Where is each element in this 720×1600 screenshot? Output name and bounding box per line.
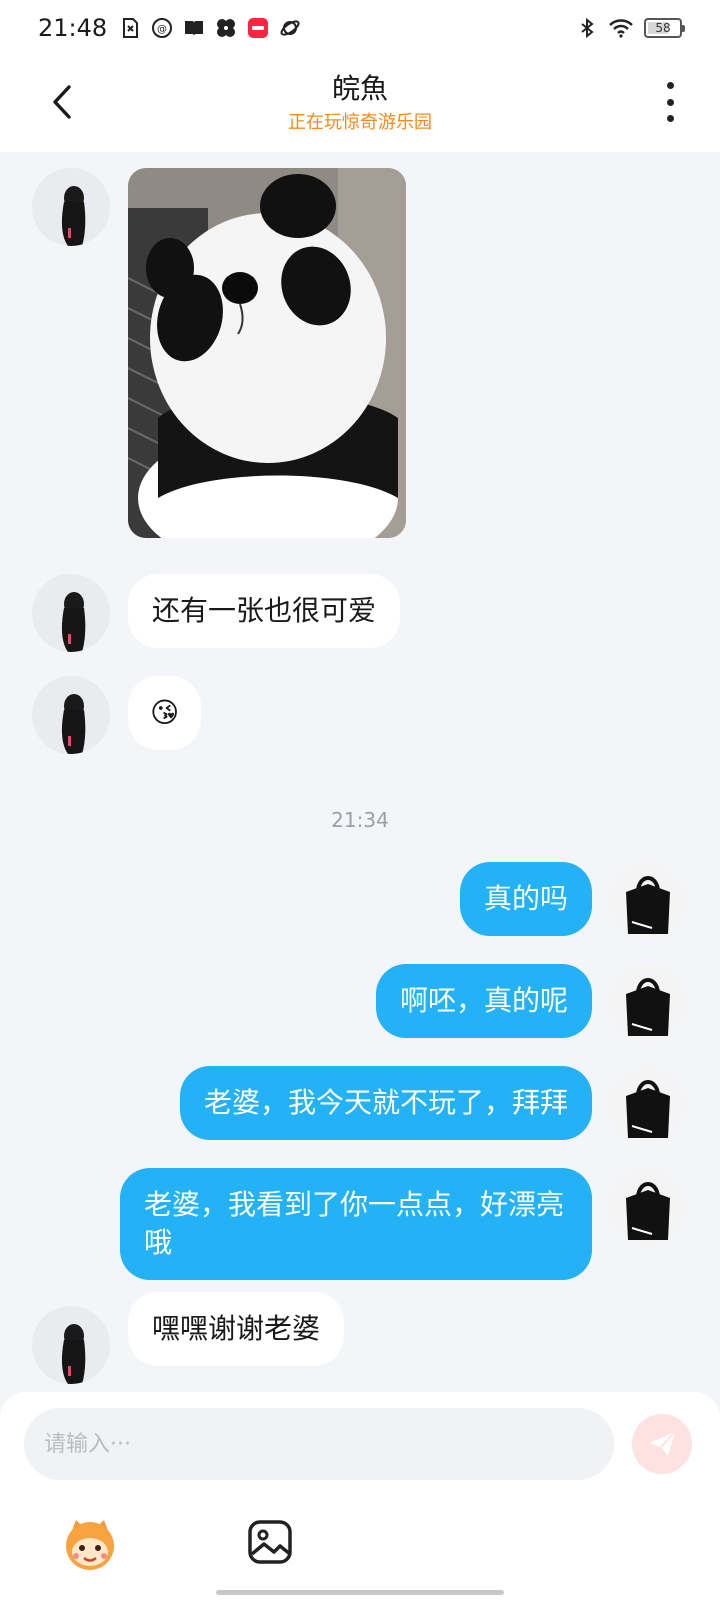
send-plane-icon <box>649 1431 676 1456</box>
my-avatar[interactable] <box>608 1066 686 1144</box>
more-dot-icon <box>666 115 674 122</box>
home-indicator[interactable] <box>216 1590 504 1595</box>
activity-status: 正在玩惊奇游乐园 <box>288 112 432 133</box>
avatar-girl-icon <box>32 1306 110 1384</box>
sim-error-icon <box>123 18 139 38</box>
input-panel <box>0 1392 720 1600</box>
message-input[interactable] <box>24 1408 614 1480</box>
avatar-bag-icon <box>608 1168 686 1246</box>
wifi-icon <box>609 19 633 38</box>
more-dot-icon <box>666 98 674 106</box>
avatar-bag-icon <box>608 964 686 1042</box>
message-bubble-incoming[interactable]: 还有一张也很可爱 <box>128 574 401 648</box>
page-title: 皖魚 <box>331 72 388 105</box>
avatar-bag-icon <box>608 1066 686 1144</box>
my-avatar[interactable] <box>608 1168 686 1246</box>
message-bubble-outgoing[interactable]: 啊呸，真的呢 <box>375 964 592 1038</box>
message-bubble-outgoing[interactable]: 真的吗 <box>459 862 592 936</box>
status-bar: 21:48 @ 58 <box>0 0 720 56</box>
fan-icon <box>217 19 236 37</box>
title-wrap: 皖魚 正在玩惊奇游乐园 <box>160 70 560 136</box>
panda-plush-image <box>128 168 406 538</box>
battery-percent: 58 <box>655 21 671 35</box>
redbook-app-icon <box>248 18 269 38</box>
chat-header: 皖魚 正在玩惊奇游乐园 <box>0 56 720 152</box>
svg-text:@: @ <box>157 24 167 35</box>
bluetooth-icon <box>581 17 594 39</box>
contact-avatar[interactable] <box>32 676 110 754</box>
message-bubble-outgoing[interactable]: 老婆，我今天就不玩了，拜拜 <box>179 1066 592 1140</box>
message-timestamp: 21:34 <box>331 808 389 832</box>
more-options-button[interactable] <box>658 82 682 122</box>
status-time: 21:48 <box>38 14 108 42</box>
my-avatar[interactable] <box>608 964 686 1042</box>
message-bubble-emoji[interactable]: 😘 <box>128 676 202 750</box>
chevron-left-icon <box>53 85 71 119</box>
send-button[interactable] <box>632 1414 692 1474</box>
image-icon <box>248 1520 292 1564</box>
battery-icon: 58 <box>644 18 685 38</box>
avatar-girl-icon <box>32 676 110 754</box>
avatar-girl-icon <box>32 168 110 246</box>
contact-avatar[interactable] <box>32 574 110 652</box>
message-bubble-incoming[interactable]: 嘿嘿谢谢老婆 <box>128 1292 345 1366</box>
my-avatar[interactable] <box>608 862 686 940</box>
image-picker-button[interactable] <box>246 1518 294 1566</box>
contact-avatar[interactable] <box>32 1306 110 1384</box>
more-dot-icon <box>666 82 674 89</box>
back-button[interactable] <box>40 80 84 124</box>
status-left: 21:48 @ <box>38 14 301 42</box>
avatar-girl-icon <box>32 574 110 652</box>
emoji-button[interactable] <box>60 1514 120 1574</box>
avatar-bag-icon <box>608 862 686 940</box>
contact-avatar[interactable] <box>32 168 110 246</box>
book-icon <box>185 21 204 36</box>
planet-icon <box>280 20 300 36</box>
message-bubble-outgoing[interactable]: 老婆，我看到了你一点点，好漂亮哦 <box>120 1168 592 1280</box>
message-image[interactable] <box>128 168 406 538</box>
emoji-mascot-icon <box>66 1520 114 1570</box>
messenger-icon: @ <box>152 18 173 38</box>
status-right: 58 <box>576 14 685 42</box>
message-list[interactable]: 还有一张也很可爱 😘 21:34 真的吗 啊呸，真的呢 老婆，我今天就不玩了，拜… <box>0 152 720 1392</box>
